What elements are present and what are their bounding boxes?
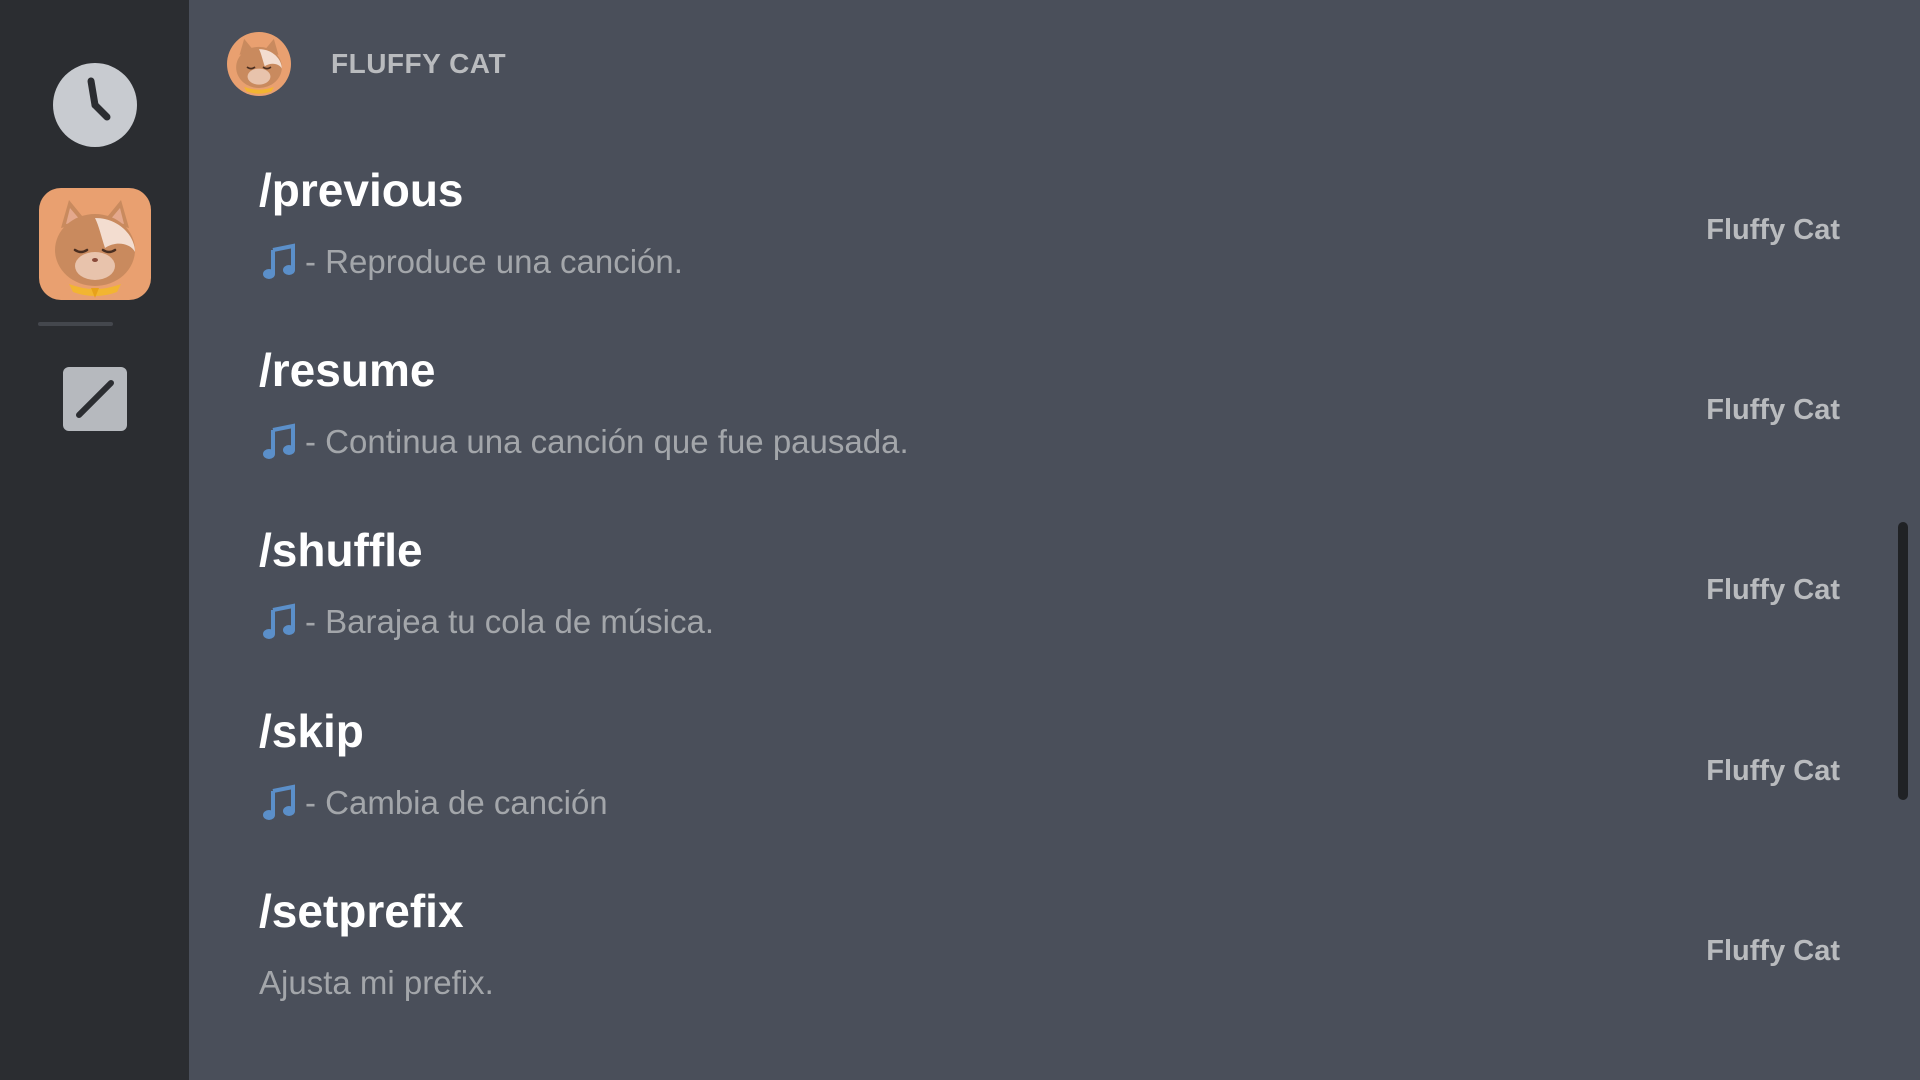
command-item-shuffle[interactable]: /shuffle - Barajea tu cola de música. Fl… [259,522,1840,682]
command-description-row: - Reproduce una canción. [259,242,683,282]
clock-icon [87,77,110,121]
recent-commands-button[interactable] [52,63,137,147]
app-window: FLUFFY CAT /previous - Reproduce una can… [0,0,1920,1080]
command-description-row: - Barajea tu cola de música. [259,602,714,642]
command-item-previous[interactable]: /previous - Reproduce una canción. Fluff… [259,162,1840,322]
slash-icon [75,380,114,418]
command-list-panel: FLUFFY CAT /previous - Reproduce una can… [189,0,1920,1080]
command-source: Fluffy Cat [1706,214,1840,246]
command-description: Ajusta mi prefix. [259,964,494,1001]
command-item-setprefix[interactable]: /setprefix Ajusta mi prefix. Fluffy Cat [259,883,1840,1043]
music-note-icon [259,783,299,823]
command-item-skip[interactable]: /skip - Cambia de canción Fluffy Cat [259,703,1840,863]
command-name: /setprefix [259,885,464,937]
section-header: FLUFFY CAT [227,32,506,96]
command-description-row: Ajusta mi prefix. [259,963,494,1003]
command-source: Fluffy Cat [1706,755,1840,787]
music-note-icon [259,242,299,282]
command-description-row: - Cambia de canción [259,783,608,823]
section-title: FLUFFY CAT [331,48,507,79]
music-note-icon [259,602,299,642]
command-source: Fluffy Cat [1706,574,1840,606]
command-description: - Barajea tu cola de música. [305,603,715,640]
music-note-icon [259,422,299,462]
command-source: Fluffy Cat [1706,935,1840,967]
fluffy-cat-bot-button[interactable] [38,188,151,300]
bot-avatar [227,32,291,96]
command-source: Fluffy Cat [1706,394,1840,426]
sidebar-divider [38,322,113,326]
command-item-resume[interactable]: /resume - Continua una canción que fue p… [259,342,1840,502]
command-description: - Reproduce una canción. [305,243,683,280]
command-name: /resume [259,344,436,396]
command-description-row: - Continua una canción que fue pausada. [259,422,909,462]
command-name: /previous [259,164,464,216]
built-in-commands-button[interactable] [62,367,127,431]
fluffy-cat-avatar-icon [227,32,291,96]
command-name: /skip [259,705,364,757]
command-category-sidebar [0,0,189,1080]
fluffy-cat-avatar-icon [38,188,151,300]
scrollbar-thumb[interactable] [1898,522,1908,800]
command-description: - Continua una canción que fue pausada. [305,423,909,460]
command-name: /shuffle [259,524,423,576]
command-description: - Cambia de canción [305,784,608,821]
